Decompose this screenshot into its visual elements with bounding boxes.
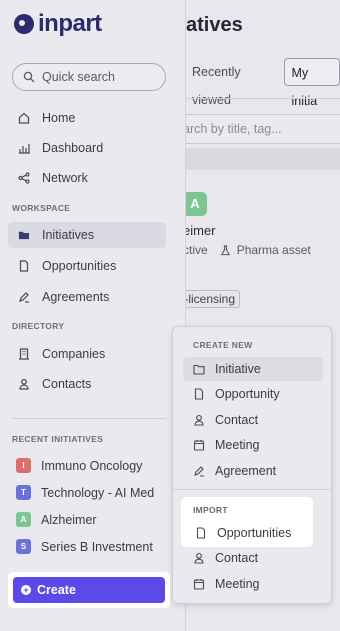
- menu-item-label: Meeting: [215, 438, 260, 452]
- initiative-badge: I: [16, 458, 31, 473]
- initiative-badge: S: [16, 539, 31, 554]
- menu-item-label: Contact: [215, 551, 259, 565]
- home-icon: [18, 112, 30, 124]
- menu-item-label: Agreement: [215, 464, 277, 478]
- workspace-section-label: WORKSPACE: [12, 203, 71, 213]
- divider: [186, 98, 340, 99]
- create-button-highlight: + Create: [8, 572, 170, 608]
- initiative-badge: A: [16, 512, 31, 527]
- folder-icon: [193, 364, 205, 375]
- recent-initiative-label: Series B Investment: [41, 539, 153, 554]
- signature-icon: [193, 465, 205, 477]
- initiative-search-input[interactable]: arch by title, tag...: [176, 114, 340, 144]
- initiative-avatar: A: [183, 192, 207, 216]
- menu-item-import-meeting[interactable]: Meeting: [183, 572, 323, 596]
- user-icon: [18, 378, 30, 390]
- user-icon: [193, 414, 205, 426]
- flask-icon: [220, 244, 231, 256]
- user-icon: [193, 552, 205, 564]
- menu-item-meeting[interactable]: Meeting: [183, 433, 323, 457]
- menu-item-agreement[interactable]: Agreement: [183, 459, 323, 483]
- recent-initiative-item[interactable]: I Immuno Oncology: [16, 458, 142, 473]
- sidebar-item-label: Agreements: [42, 290, 110, 304]
- sidebar-item-network[interactable]: Network: [8, 165, 166, 191]
- directory-section-label: DIRECTORY: [12, 321, 65, 331]
- search-icon: [23, 71, 35, 83]
- sidebar-item-initiatives[interactable]: Initiatives: [8, 222, 166, 248]
- sidebar-item-opportunities[interactable]: Opportunities: [8, 253, 166, 279]
- menu-item-opportunity[interactable]: Opportunity: [183, 382, 323, 406]
- menu-item-label: Opportunities: [217, 526, 292, 540]
- menu-item-label: Meeting: [215, 577, 260, 591]
- page-title: atives: [186, 14, 243, 36]
- status-text: ctive: [183, 243, 208, 257]
- sidebar-item-label: Home: [42, 111, 76, 125]
- tab-my-initiatives[interactable]: My initia: [284, 58, 340, 108]
- quick-search-placeholder: Quick search: [42, 70, 115, 84]
- tab-recently-viewed[interactable]: Recently viewed: [186, 58, 280, 107]
- plus-icon: +: [21, 585, 31, 595]
- sidebar-item-label: Opportunities: [42, 259, 117, 273]
- share-icon: [18, 172, 30, 184]
- sidebar-item-companies[interactable]: Companies: [8, 341, 166, 367]
- sidebar-item-label: Initiatives: [42, 228, 95, 242]
- create-button[interactable]: + Create: [13, 577, 165, 603]
- menu-divider: [173, 489, 331, 490]
- initiative-card-meta: ctive Pharma asset: [183, 243, 311, 257]
- sidebar-item-contacts[interactable]: Contacts: [8, 371, 166, 397]
- sidebar-item-home[interactable]: Home: [8, 105, 166, 131]
- document-icon: [193, 388, 205, 400]
- signature-icon: [18, 291, 30, 303]
- document-icon: [195, 527, 207, 539]
- menu-item-contact[interactable]: Contact: [183, 408, 323, 432]
- menu-item-import-opportunities[interactable]: Opportunities: [185, 521, 309, 545]
- recent-initiative-item[interactable]: T Technology - AI Med: [16, 485, 154, 500]
- recent-initiative-label: Immuno Oncology: [41, 458, 143, 473]
- menu-item-initiative[interactable]: Initiative: [183, 357, 323, 381]
- sidebar: inpart Quick search Home Dashboard Netwo…: [0, 0, 186, 631]
- tabs-bar: Recently viewed My initia: [186, 58, 340, 108]
- recent-initiative-item[interactable]: A Alzheimer: [16, 512, 97, 527]
- import-section-highlight: IMPORT Opportunities: [181, 497, 313, 547]
- asset-type-text: Pharma asset: [236, 243, 311, 257]
- sidebar-divider: [12, 418, 166, 419]
- create-menu: CREATE NEW Initiative Opportunity Contac…: [172, 326, 332, 604]
- building-icon: [18, 348, 30, 360]
- initiative-card-title[interactable]: eimer: [183, 223, 216, 238]
- menu-item-label: Opportunity: [215, 387, 280, 401]
- bar-chart-icon: [18, 142, 30, 154]
- initiative-badge: T: [16, 485, 31, 500]
- menu-item-import-contact[interactable]: Contact: [183, 546, 323, 570]
- menu-item-label: Contact: [215, 413, 259, 427]
- create-new-label: CREATE NEW: [193, 340, 253, 350]
- sidebar-item-label: Dashboard: [42, 141, 104, 155]
- calendar-icon: [193, 578, 205, 590]
- menu-item-label: Initiative: [215, 362, 261, 376]
- recent-initiative-item[interactable]: S Series B Investment: [16, 539, 153, 554]
- recent-initiatives-label: RECENT INITIATIVES: [12, 434, 104, 444]
- sidebar-item-label: Contacts: [42, 377, 92, 391]
- recent-initiative-label: Alzheimer: [41, 512, 97, 527]
- recent-initiative-label: Technology - AI Med: [41, 485, 155, 500]
- sidebar-item-label: Companies: [42, 347, 106, 361]
- app-logo[interactable]: inpart: [14, 10, 102, 38]
- sidebar-item-dashboard[interactable]: Dashboard: [8, 135, 166, 161]
- folder-icon: [18, 229, 30, 241]
- import-label: IMPORT: [193, 505, 228, 515]
- document-icon: [18, 260, 30, 272]
- sidebar-item-agreements[interactable]: Agreements: [8, 284, 166, 310]
- logo-icon: [14, 14, 34, 34]
- create-button-label: Create: [37, 583, 76, 597]
- table-header: [176, 148, 340, 170]
- sidebar-item-label: Network: [42, 171, 88, 185]
- quick-search-input[interactable]: Quick search: [12, 63, 166, 91]
- logo-text: inpart: [38, 10, 102, 37]
- calendar-icon: [193, 439, 205, 451]
